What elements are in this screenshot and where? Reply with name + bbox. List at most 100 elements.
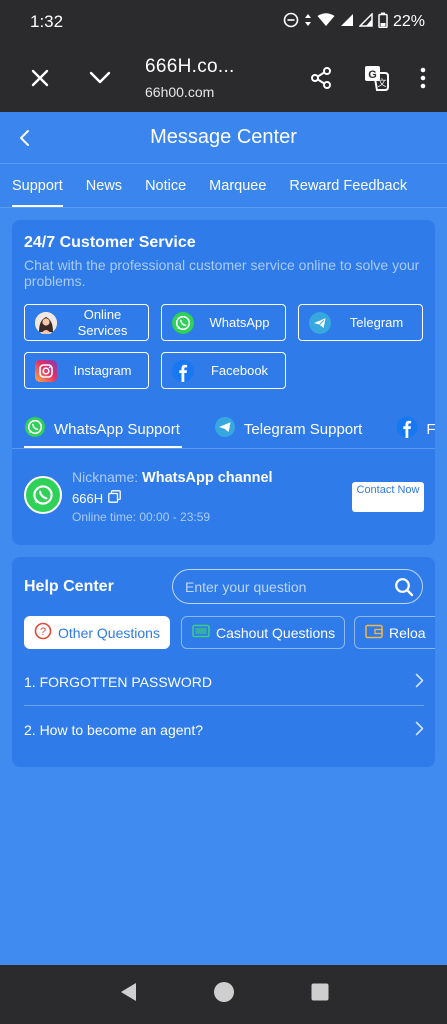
help-center-card: Help Center Enter your question ? Other … (12, 557, 435, 767)
signal-icon-1 (340, 13, 354, 32)
faq-item-label: 1. FORGOTTEN PASSWORD (24, 674, 212, 690)
recents-square-icon (311, 983, 328, 1001)
more-vertical-icon (420, 67, 426, 89)
copy-icon[interactable] (108, 490, 121, 506)
faq-item-label: 2. How to become an agent? (24, 722, 204, 738)
customer-service-subtitle: Chat with the professional customer serv… (24, 257, 420, 289)
tab-support[interactable]: Support (12, 164, 63, 208)
facebook-label: Facebook (210, 362, 269, 378)
nickname-label: Nickname: (72, 469, 139, 485)
customer-service-card: 24/7 Customer Service Chat with the prof… (12, 220, 435, 545)
whatsapp-label: WhatsApp (209, 314, 270, 330)
status-icons: 22% (283, 11, 425, 33)
tab-marquee[interactable]: Marquee (209, 164, 266, 208)
question-search-input[interactable]: Enter your question (172, 569, 423, 604)
overflow-menu-button[interactable] (413, 53, 433, 103)
dnd-icon (283, 12, 299, 33)
avatar-icon (35, 311, 57, 334)
svg-text:?: ? (40, 626, 46, 638)
cashout-questions-label: Cashout Questions (216, 624, 336, 641)
telegram-icon (309, 311, 331, 334)
telegram-icon (214, 416, 236, 442)
recents-nav-button[interactable] (310, 982, 330, 1007)
channel-nickname: Nickname: WhatsApp channel (72, 469, 273, 486)
wallet-icon (365, 624, 383, 642)
browser-page-title[interactable]: 666H.co... (145, 56, 235, 78)
collapse-button[interactable] (75, 53, 125, 103)
tab-reload-questions[interactable]: Reloa (354, 616, 435, 649)
tab-other-questions[interactable]: ? Other Questions (24, 616, 170, 649)
channel-code-row: 666H (72, 490, 121, 506)
share-icon (311, 67, 331, 89)
battery-icon (378, 12, 388, 33)
back-button[interactable] (10, 124, 38, 152)
whatsapp-support-label: WhatsApp Support (54, 420, 180, 438)
facebook-icon (172, 359, 194, 382)
whatsapp-icon (24, 416, 46, 442)
wifi-icon (317, 12, 335, 32)
message-tabs: Support News Notice Marquee Reward Feedb… (0, 164, 447, 208)
battery-percent: 22% (392, 13, 425, 30)
tab-reward-feedback[interactable]: Reward Feedback (289, 164, 407, 208)
instagram-icon (35, 359, 57, 382)
facebook-support-label: F (426, 420, 435, 438)
online-services-label: Online Services (77, 306, 128, 338)
reload-questions-label: Reloa (389, 624, 426, 641)
home-nav-button[interactable] (213, 981, 235, 1008)
divider (12, 448, 435, 449)
tab-telegram-support[interactable]: Telegram Support (214, 410, 362, 448)
faq-item[interactable]: 1. FORGOTTEN PASSWORD (24, 659, 424, 705)
question-icon: ? (34, 622, 52, 643)
status-time: 1:32 (30, 12, 64, 31)
tab-cashout-questions[interactable]: Cashout Questions (181, 616, 345, 649)
close-tab-button[interactable] (15, 53, 65, 103)
instagram-button[interactable]: Instagram (24, 352, 149, 389)
svg-text:G: G (368, 69, 377, 81)
system-navigation-bar (0, 965, 447, 1024)
back-nav-button[interactable] (118, 981, 138, 1008)
whatsapp-channel-icon (24, 476, 62, 514)
help-center-title: Help Center (24, 578, 114, 595)
instagram-label: Instagram (73, 362, 132, 378)
tab-news[interactable]: News (86, 164, 122, 208)
other-questions-label: Other Questions (58, 624, 160, 641)
search-placeholder: Enter your question (185, 578, 307, 595)
facebook-button[interactable]: Facebook (161, 352, 286, 389)
tab-facebook-support[interactable]: F (396, 410, 435, 448)
channel-code: 666H (72, 490, 104, 506)
facebook-icon (396, 416, 418, 442)
support-channel-tabs: WhatsApp Support Telegram Support F (12, 410, 435, 448)
close-icon (31, 69, 49, 87)
chevron-down-icon (89, 71, 111, 84)
triangle-back-icon (120, 983, 136, 1001)
divider (24, 705, 424, 706)
chevron-right-icon (415, 673, 424, 691)
app-header: Message Center (0, 112, 447, 164)
svg-text:文: 文 (377, 77, 386, 89)
browser-toolbar: 666H.co... 66h00.com G文 (0, 44, 447, 112)
online-services-button[interactable]: Online Services (24, 304, 149, 341)
customer-service-title: 24/7 Customer Service (24, 234, 196, 251)
nickname-value: WhatsApp channel (142, 470, 273, 486)
home-circle-icon (213, 982, 234, 1002)
online-time: Online time: 00:00 - 23:59 (72, 510, 211, 524)
search-icon[interactable] (386, 577, 422, 597)
chevron-left-icon (20, 130, 29, 146)
browser-url[interactable]: 66h00.com (145, 84, 214, 100)
chevron-right-icon (415, 721, 424, 739)
telegram-label: Telegram (349, 314, 404, 330)
data-arrows-icon (304, 12, 312, 33)
translate-icon: G文 (365, 66, 389, 91)
contact-now-button[interactable]: Contact Now (352, 482, 424, 512)
tab-whatsapp-support[interactable]: WhatsApp Support (24, 410, 182, 448)
telegram-support-label: Telegram Support (243, 420, 363, 438)
faq-item[interactable]: 2. How to become an agent? (24, 707, 424, 753)
translate-button[interactable]: G文 (357, 53, 397, 103)
telegram-button[interactable]: Telegram (298, 304, 423, 341)
share-button[interactable] (301, 53, 341, 103)
cash-icon (192, 624, 210, 641)
tab-notice[interactable]: Notice (145, 164, 186, 208)
signal-icon-2 (358, 11, 373, 32)
page-title: Message Center (150, 126, 297, 148)
whatsapp-button[interactable]: WhatsApp (161, 304, 286, 341)
